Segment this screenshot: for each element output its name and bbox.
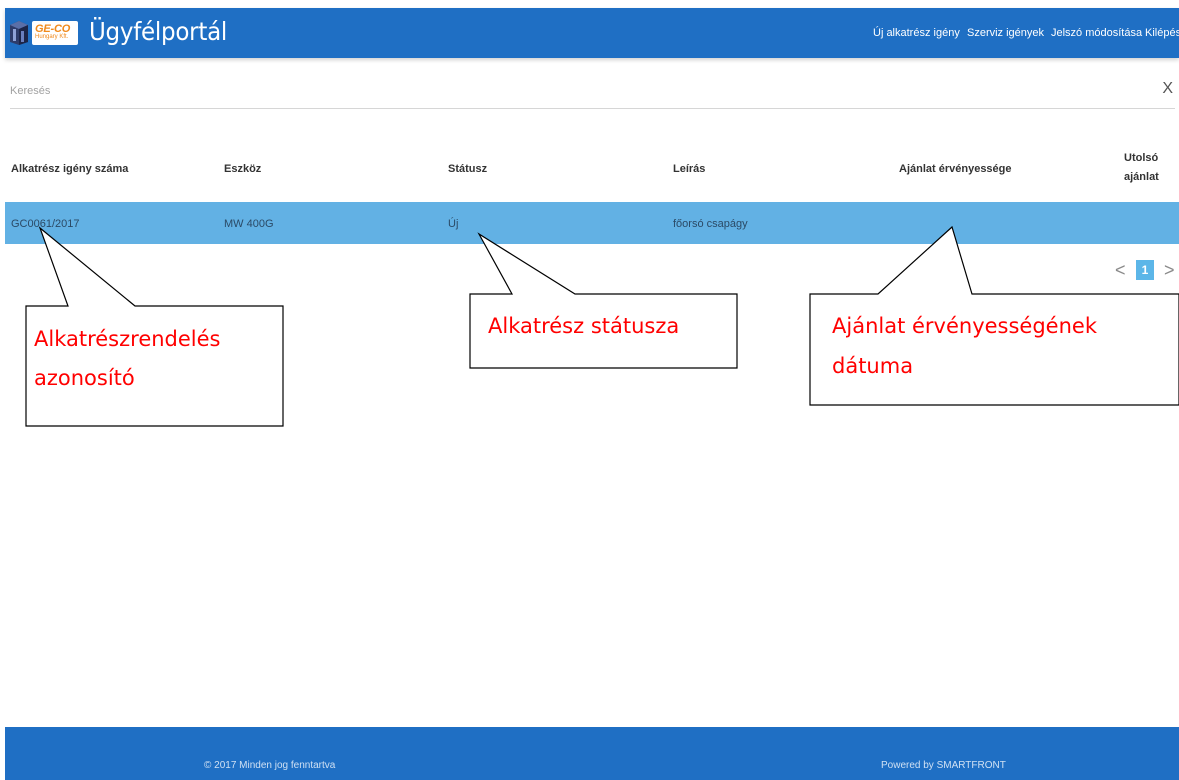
callout-box-status	[469, 232, 738, 369]
footer: © 2017 Minden jog fenntartva Powered by …	[5, 727, 1179, 780]
footer-copyright: © 2017 Minden jog fenntartva	[204, 760, 336, 771]
annotation-callouts	[25, 225, 1179, 427]
callout-request-id-line2: azonosító	[34, 366, 135, 390]
callout-offer-date-line1: Ajánlat érvényességének	[832, 314, 1097, 338]
callout-status-label: Alkatrész státusza	[488, 314, 680, 338]
callout-offer-date-line2: dátuma	[832, 354, 914, 378]
callout-request-id-line1: Alkatrészrendelés	[34, 327, 221, 351]
footer-powered-by[interactable]: Powered by SMARTFRONT	[881, 760, 1006, 771]
